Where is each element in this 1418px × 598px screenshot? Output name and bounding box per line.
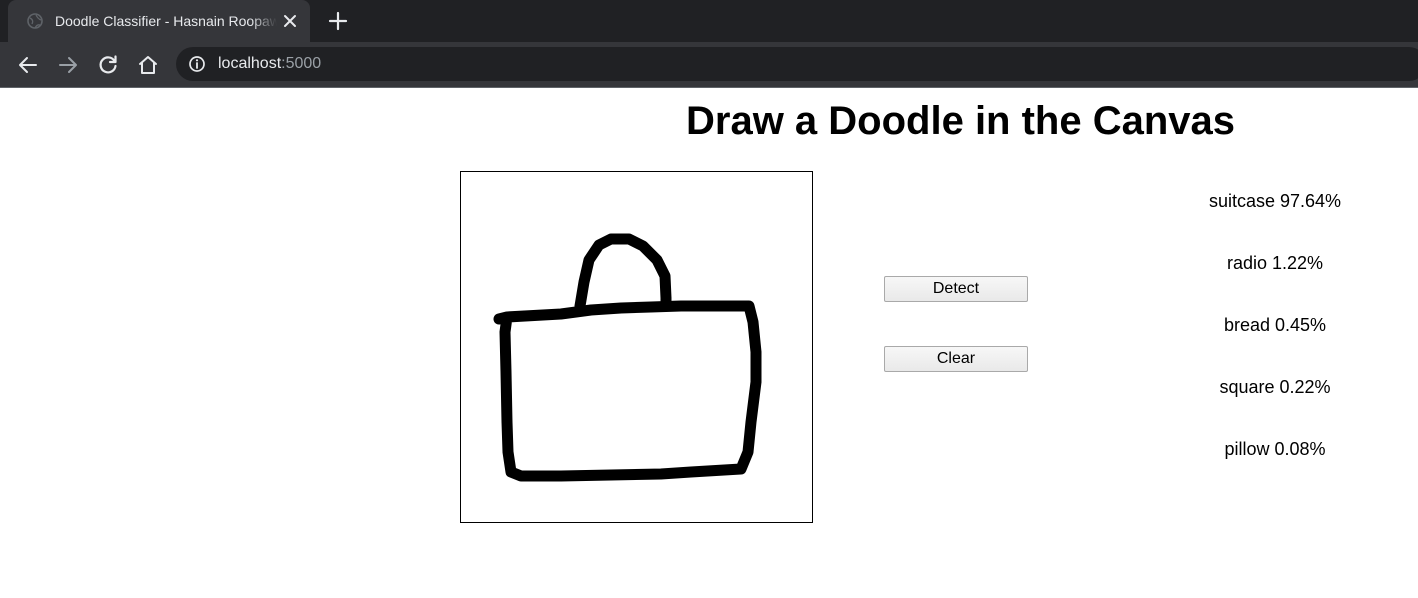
close-icon[interactable] (281, 12, 299, 30)
prediction-percent: 97.64% (1280, 191, 1342, 211)
prediction-label: suitcase (1208, 191, 1275, 211)
url-host: localhost (218, 55, 282, 72)
home-icon[interactable] (136, 53, 160, 77)
address-bar[interactable]: localhost:5000 (176, 47, 1418, 81)
drawing-canvas[interactable] (460, 171, 813, 523)
prediction-percent: 0.08% (1274, 439, 1326, 459)
browser-toolbar: localhost:5000 (0, 42, 1418, 88)
prediction-label: bread (1223, 315, 1270, 335)
prediction-item: suitcase 97.64% (1175, 189, 1375, 251)
detect-button[interactable]: Detect (884, 276, 1028, 302)
clear-button[interactable]: Clear (884, 346, 1028, 372)
suitcase-doodle (493, 233, 762, 482)
prediction-label: pillow (1224, 439, 1270, 459)
tab-strip: Doodle Classifier - Hasnain Roopawalla (0, 0, 1418, 42)
prediction-item: pillow 0.08% (1175, 437, 1375, 499)
globe-icon (26, 12, 44, 30)
prediction-item: bread 0.45% (1175, 313, 1375, 375)
prediction-item: radio 1.22% (1175, 251, 1375, 313)
plus-icon[interactable] (327, 10, 349, 32)
prediction-label: square (1219, 377, 1275, 397)
prediction-percent: 0.22% (1279, 377, 1331, 397)
prediction-percent: 1.22% (1272, 253, 1324, 273)
url-text: localhost:5000 (218, 55, 321, 73)
tab-title: Doodle Classifier - Hasnain Roopawalla (55, 13, 277, 29)
page-title: Draw a Doodle in the Canvas (686, 99, 1236, 143)
url-port: :5000 (281, 55, 322, 72)
page-content: Draw a Doodle in the Canvas Detect Clear… (0, 89, 1418, 598)
prediction-item: square 0.22% (1175, 375, 1375, 437)
info-icon[interactable] (188, 55, 206, 73)
arrow-left-icon[interactable] (16, 53, 40, 77)
reload-icon[interactable] (96, 53, 120, 77)
prediction-percent: 0.45% (1275, 315, 1327, 335)
arrow-right-icon[interactable] (56, 53, 80, 77)
prediction-label: radio (1226, 253, 1267, 273)
browser-tab[interactable]: Doodle Classifier - Hasnain Roopawalla (8, 0, 310, 42)
prediction-list: suitcase 97.64% radio 1.22% bread 0.45% … (1175, 189, 1375, 499)
